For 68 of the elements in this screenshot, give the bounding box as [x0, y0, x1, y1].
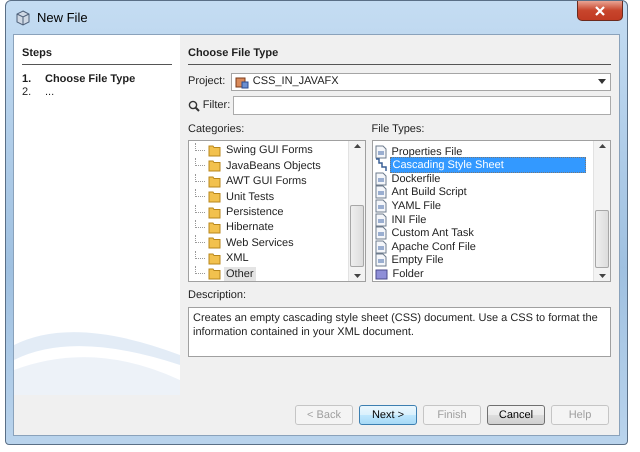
categories-label: Categories:: [188, 122, 246, 136]
filter-field[interactable]: [233, 96, 611, 115]
file-icon: [374, 185, 386, 200]
folder-icon: [208, 206, 221, 218]
style-icon: [374, 158, 386, 172]
folder-icon: [208, 252, 221, 265]
scroll-up-icon: [354, 144, 360, 148]
step-label: Choose File Type: [45, 72, 136, 86]
file-type-item[interactable]: INI File: [390, 212, 428, 227]
project-dropdown[interactable]: CSS_IN_JAVAFX: [230, 72, 611, 90]
file-icon: [374, 198, 386, 213]
scroll-down-icon: [354, 274, 360, 278]
file-icon: [374, 240, 386, 254]
file-type-item[interactable]: Ant Build Script: [390, 185, 469, 200]
dialog-button[interactable]: Cancel: [487, 405, 545, 425]
dropdown-arrow-icon: [598, 79, 606, 84]
search-icon: [188, 100, 200, 112]
file-type-item[interactable]: Dockerfile: [390, 172, 442, 186]
project-icon: [234, 74, 249, 88]
panel-heading: Choose File Type: [188, 45, 611, 64]
folder-icon: [208, 267, 221, 280]
steps-heading: Steps: [22, 45, 172, 64]
folder-icon: [208, 220, 221, 234]
file-icon: [374, 172, 386, 186]
scroll-thumb[interactable]: [350, 204, 364, 267]
file-icon: [374, 212, 386, 227]
category-item[interactable]: Persistence: [224, 205, 286, 219]
folder-icon: [374, 268, 388, 280]
folder-icon: [208, 236, 221, 250]
category-item[interactable]: Hibernate: [224, 220, 276, 234]
category-item[interactable]: Web Services: [224, 236, 296, 250]
file-icon: [374, 226, 386, 240]
filter-label: Filter:: [202, 98, 230, 114]
file-icon: [374, 253, 386, 268]
folder-icon: [208, 190, 221, 204]
scroll-up-icon: [598, 144, 606, 148]
folder-icon: [208, 144, 221, 157]
step-number: 1.: [22, 72, 32, 86]
dialog-button[interactable]: Next >: [359, 405, 417, 425]
file-type-item[interactable]: Folder: [390, 266, 426, 281]
close-icon: [594, 6, 606, 16]
category-item[interactable]: XML: [224, 251, 251, 266]
scroll-down-icon: [598, 274, 606, 278]
description-label: Description:: [188, 288, 248, 304]
step-number: 2.: [22, 86, 32, 98]
step-label: ...: [45, 86, 54, 98]
category-item[interactable]: Swing GUI Forms: [224, 143, 315, 158]
scroll-thumb[interactable]: [595, 210, 609, 268]
file-types-label: File Types:: [372, 122, 426, 136]
category-item[interactable]: Other: [224, 266, 256, 281]
file-type-item[interactable]: Properties File: [390, 144, 464, 159]
description-text: Creates an empty cascading style sheet (CSS) document. Use a CSS to format the information contained in your XML document.: [188, 306, 611, 356]
file-type-item[interactable]: Custom Ant Task: [390, 226, 476, 240]
file-type-item[interactable]: Empty File: [390, 253, 446, 268]
project-label: Project:: [188, 74, 226, 90]
cube-icon: [15, 10, 31, 26]
scrollbar[interactable]: [348, 140, 365, 281]
category-item[interactable]: JavaBeans Objects: [224, 158, 323, 173]
folder-icon: [208, 159, 221, 172]
close-button[interactable]: [577, 1, 623, 21]
scrollbar[interactable]: [593, 140, 610, 281]
file-type-item[interactable]: Apache Conf File: [390, 240, 478, 254]
file-type-item[interactable]: YAML File: [390, 198, 444, 213]
window-title: New File: [37, 8, 88, 27]
category-item[interactable]: AWT GUI Forms: [224, 174, 309, 188]
file-icon: [374, 144, 386, 159]
folder-icon: [208, 174, 221, 188]
category-item[interactable]: Unit Tests: [224, 190, 276, 204]
